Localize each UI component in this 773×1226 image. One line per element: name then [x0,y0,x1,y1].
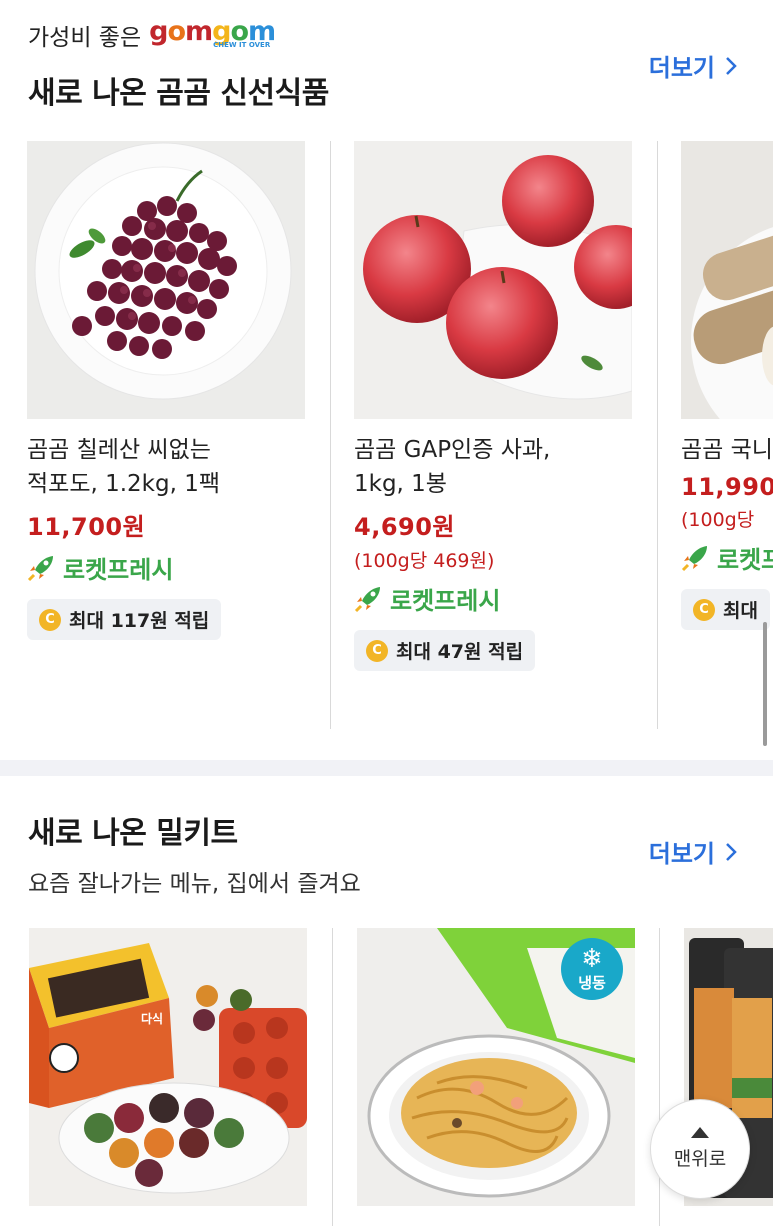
chevron-right-icon [726,842,737,861]
section-title: 새로 나온 밀키트 [28,816,238,851]
reward-text: 최대 117원 적립 [69,610,210,632]
reward-badge: C 최대 47원 적립 [354,630,536,671]
product-card[interactable]: 곰곰 GAP인증 사과, 1kg, 1봉 4,690원 (100g당 469원)… [354,141,632,671]
rocket-icon [354,586,380,612]
coin-icon: C [693,598,715,621]
product-image-grapes[interactable] [27,141,305,419]
section-subtitle: 요즘 잘나가는 메뉴, 집에서 즐겨요 [28,871,361,897]
product-price: 11,700원 [27,513,146,541]
card-divider [659,928,660,1226]
delivery-label: 로켓프레시 [63,556,174,584]
box-label: 다식 [141,1011,163,1026]
card-divider [657,141,658,729]
coin-icon: C [39,608,61,631]
product-image-yam[interactable] [681,141,773,419]
more-button[interactable]: 더보기 [649,48,737,83]
logo-letter: o [167,15,186,47]
rocket-fresh-badge: 로켓프레시 [27,550,305,585]
section-title: 새로 나온 곰곰 신선식품 [28,76,329,111]
brand-row: 가성비 좋은 gomgom CHEW IT OVER [28,15,276,52]
rocket-fresh-badge: 로켓프레시 [354,581,632,616]
chevron-right-icon [726,56,737,75]
product-image-apples[interactable] [354,141,632,419]
product-name[interactable]: 곰곰 GAP인증 사과, 1kg, 1봉 [354,433,632,501]
product-name[interactable]: 곰곰 칠레산 씨없는 적포도, 1.2kg, 1팩 [27,433,305,501]
delivery-label: 로켓프레시 [390,587,501,615]
product-image-cakes[interactable]: 다식 [29,928,307,1206]
product-price: 4,690원 [354,513,455,541]
frozen-label: 냉동 [578,973,606,992]
more-label: 더보기 [648,840,715,868]
card-divider [332,928,333,1226]
scroll-to-top-button[interactable]: 맨위로 [650,1099,750,1199]
unit-price: (100g당 [681,509,755,531]
more-button[interactable]: 더보기 [649,834,737,869]
logo-tagline: CHEW IT OVER [213,40,271,49]
scrollbar[interactable] [763,622,767,746]
product-card[interactable]: ❄ 냉동 [357,928,635,1206]
brand-prefix: 가성비 좋은 [28,25,142,51]
rocket-icon [681,545,707,571]
reward-badge: C 최대 117원 적립 [27,599,222,640]
snowflake-icon: ❄ [581,943,603,974]
reward-text: 최대 [723,600,758,622]
rocket-icon [27,555,53,581]
logo-letter: m [185,15,213,47]
reward-text: 최대 47원 적립 [396,641,524,663]
coin-icon: C [366,639,388,662]
product-image-pasta[interactable]: ❄ 냉동 [357,928,635,1206]
delivery-label: 로켓프레 [717,546,773,574]
frozen-badge: ❄ 냉동 [561,938,623,1000]
reward-badge: C 최대 [681,589,770,630]
more-label: 더보기 [648,54,715,82]
product-price: 11,990 [681,473,773,501]
product-card[interactable]: 곰곰 칠레산 씨없는 적포도, 1.2kg, 1팩 11,700원 로켓프레시 … [27,141,305,640]
scroll-to-top-label: 맨위로 [673,1148,727,1170]
product-card[interactable]: 다식 [29,928,307,1206]
product-name[interactable]: 곰곰 국니 [681,433,773,467]
section-divider [0,760,773,776]
unit-price: (100g당 469원) [354,550,495,572]
gomgom-logo: gomgom CHEW IT OVER [149,15,276,49]
card-divider [330,141,331,729]
logo-letter: g [149,15,168,47]
fresh-food-section: 가성비 좋은 gomgom CHEW IT OVER 새로 나온 곰곰 신선식품… [0,0,773,760]
arrow-up-icon [691,1127,709,1138]
product-card-clipped[interactable]: 곰곰 국니 11,990 (100g당 로켓프레 C 최대 [681,141,773,641]
rocket-fresh-badge: 로켓프레 [681,540,773,575]
